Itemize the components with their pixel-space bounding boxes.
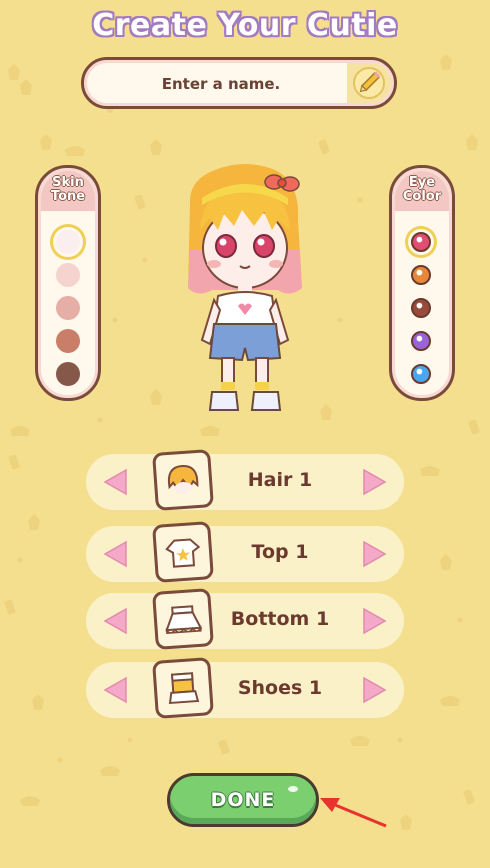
eye-swatch-4[interactable] — [411, 331, 431, 351]
skin-tone-label: Skin Tone — [50, 175, 86, 204]
shoes-label: Shoes 1 — [237, 677, 323, 699]
top-label: Top 1 — [251, 541, 309, 563]
skin-swatch-2[interactable] — [56, 263, 80, 287]
top-selector: Top 1 — [86, 521, 404, 583]
shoes-icon — [152, 657, 214, 719]
shoes-next-button[interactable] — [360, 676, 388, 704]
bottom-next-button[interactable] — [360, 607, 388, 635]
pencil-icon — [353, 67, 385, 99]
eye-swatch-5[interactable] — [411, 364, 431, 384]
eye-swatch-2[interactable] — [411, 265, 431, 285]
bottom-prev-button[interactable] — [102, 607, 130, 635]
hair-label: Hair 1 — [247, 469, 313, 491]
hair-selector: Hair 1 — [86, 449, 404, 511]
hair-prev-button[interactable] — [102, 468, 130, 496]
name-field[interactable] — [81, 57, 397, 109]
eye-swatch-3[interactable] — [411, 298, 431, 318]
skin-tone-panel: Skin Tone — [35, 165, 101, 401]
bottom-selector: Bottom 1 — [86, 588, 404, 650]
eye-color-label: Eye Color — [402, 175, 442, 204]
eye-color-panel: Eye Color — [389, 165, 455, 401]
skin-swatch-5[interactable] — [56, 362, 80, 386]
shirt-icon — [152, 521, 214, 583]
skin-swatch-1[interactable] — [56, 230, 80, 254]
eye-swatch-1[interactable] — [411, 232, 431, 252]
character-preview — [188, 164, 302, 411]
skirt-icon — [152, 588, 214, 650]
hair-next-button[interactable] — [360, 468, 388, 496]
background-pattern — [4, 54, 480, 830]
page-title: Create Your Cutie — [92, 8, 398, 43]
skin-swatch-4[interactable] — [56, 329, 80, 353]
done-label: DONE — [210, 789, 276, 811]
bottom-label: Bottom 1 — [230, 608, 330, 630]
pointer-arrow-icon — [320, 798, 387, 828]
top-prev-button[interactable] — [102, 540, 130, 568]
top-next-button[interactable] — [360, 540, 388, 568]
hair-icon — [152, 449, 214, 511]
done-button[interactable]: DONE — [167, 773, 319, 827]
shoes-prev-button[interactable] — [102, 676, 130, 704]
skin-swatch-3[interactable] — [56, 296, 80, 320]
name-input[interactable] — [94, 66, 348, 102]
edit-name-button[interactable] — [347, 63, 391, 103]
shoes-selector: Shoes 1 — [86, 657, 404, 719]
